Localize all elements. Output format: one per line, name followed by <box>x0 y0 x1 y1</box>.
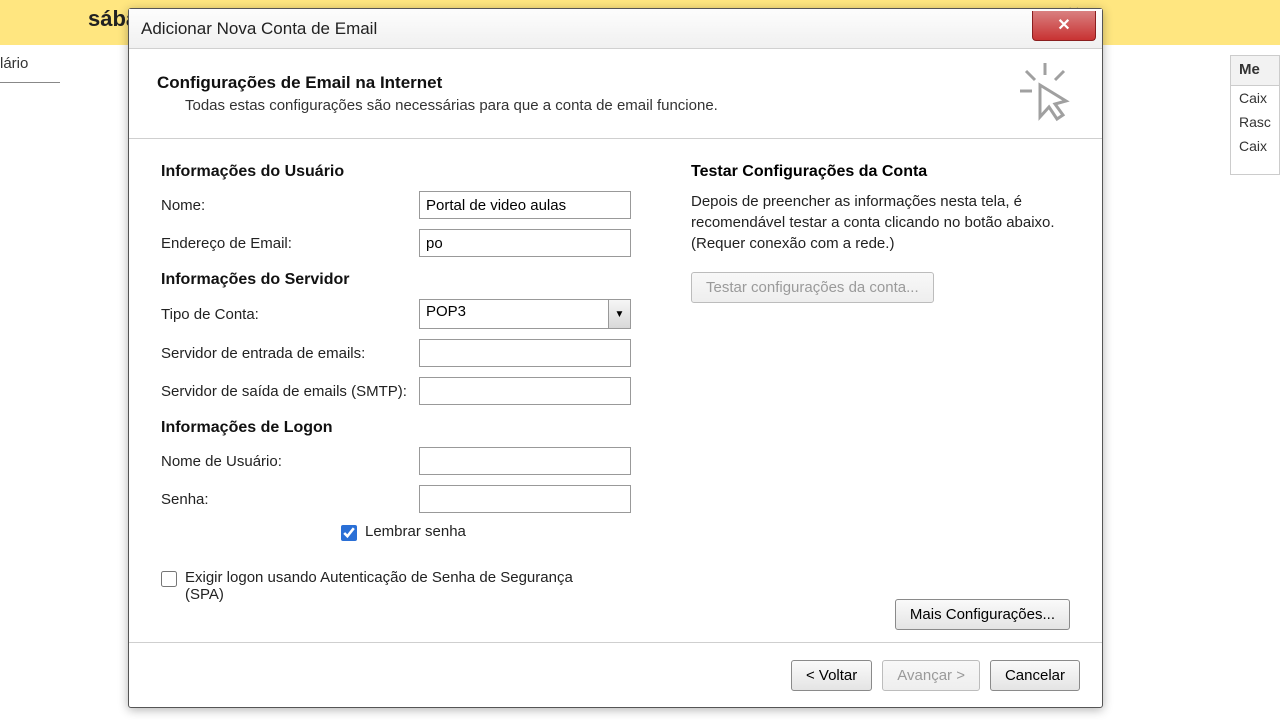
account-type-select[interactable]: POP3 ▼ <box>419 299 631 329</box>
incoming-server-input[interactable] <box>419 339 631 367</box>
right-column: Testar Configurações da Conta Depois de … <box>691 163 1070 630</box>
left-column: Informações do Usuário Nome: Endereço de… <box>161 163 631 630</box>
dialog-titlebar: Adicionar Nova Conta de Email ✕ <box>129 9 1102 49</box>
incoming-server-label: Servidor de entrada de emails: <box>161 345 419 362</box>
dialog-title: Adicionar Nova Conta de Email <box>141 19 377 39</box>
name-label: Nome: <box>161 197 419 214</box>
chevron-down-icon: ▼ <box>608 300 630 328</box>
header-title: Configurações de Email na Internet <box>157 73 718 93</box>
dialog-header-text: Configurações de Email na Internet Todas… <box>157 73 718 114</box>
cancel-button[interactable]: Cancelar <box>990 660 1080 691</box>
close-button[interactable]: ✕ <box>1032 11 1096 41</box>
bg-right-panel-item[interactable]: Caix <box>1231 86 1279 110</box>
test-account-settings-button[interactable]: Testar configurações da conta... <box>691 272 934 303</box>
spa-checkbox[interactable] <box>161 571 177 587</box>
password-input[interactable] <box>419 485 631 513</box>
bg-right-panel-item[interactable]: Caix <box>1231 134 1279 158</box>
bg-right-panel: Me Caix Rasc Caix <box>1230 55 1280 175</box>
bg-right-panel-header: Me <box>1231 56 1279 86</box>
bg-tab-fragment: lário <box>0 55 60 83</box>
remember-password-label: Lembrar senha <box>365 523 466 540</box>
header-subtitle: Todas estas configurações são necessária… <box>185 97 718 114</box>
bg-right-panel-item[interactable]: Rasc <box>1231 110 1279 134</box>
outgoing-server-label: Servidor de saída de emails (SMTP): <box>161 383 419 400</box>
back-button[interactable]: < Voltar <box>791 660 872 691</box>
email-label: Endereço de Email: <box>161 235 419 252</box>
user-info-section-title: Informações do Usuário <box>161 163 631 181</box>
logon-info-section-title: Informações de Logon <box>161 419 631 437</box>
next-button[interactable]: Avançar > <box>882 660 980 691</box>
email-input[interactable] <box>419 229 631 257</box>
test-description: Depois de preencher as informações nesta… <box>691 191 1070 254</box>
more-settings-button[interactable]: Mais Configurações... <box>895 599 1070 630</box>
password-label: Senha: <box>161 491 419 508</box>
add-email-account-dialog: Adicionar Nova Conta de Email ✕ Configur… <box>128 8 1103 708</box>
account-type-label: Tipo de Conta: <box>161 306 419 323</box>
dialog-footer: < Voltar Avançar > Cancelar <box>129 643 1102 707</box>
close-icon: ✕ <box>1057 15 1070 35</box>
server-info-section-title: Informações do Servidor <box>161 271 631 289</box>
dialog-content: Informações do Usuário Nome: Endereço de… <box>129 139 1102 643</box>
name-input[interactable] <box>419 191 631 219</box>
outgoing-server-input[interactable] <box>419 377 631 405</box>
test-section-title: Testar Configurações da Conta <box>691 163 1070 181</box>
dialog-header-panel: Configurações de Email na Internet Todas… <box>129 49 1102 139</box>
username-label: Nome de Usuário: <box>161 453 419 470</box>
account-type-value: POP3 <box>420 300 608 328</box>
username-input[interactable] <box>419 447 631 475</box>
spa-label: Exigir logon usando Autenticação de Senh… <box>185 569 585 603</box>
cursor-click-icon <box>1016 61 1074 126</box>
remember-password-checkbox[interactable] <box>341 525 357 541</box>
